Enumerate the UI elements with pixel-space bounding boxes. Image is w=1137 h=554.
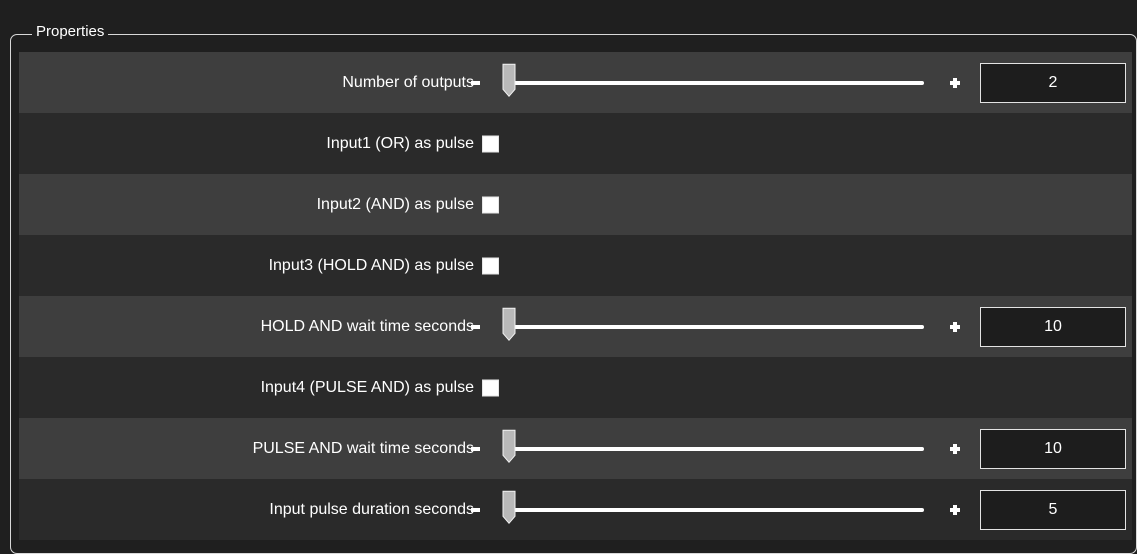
plus-icon[interactable]	[950, 504, 960, 515]
property-label: PULSE AND wait time seconds	[252, 439, 474, 457]
property-label: Input1 (OR) as pulse	[326, 134, 474, 152]
property-label: HOLD AND wait time seconds	[260, 317, 474, 335]
slider-track[interactable]	[514, 446, 924, 451]
value-input[interactable]: 10	[980, 306, 1126, 347]
slider-thumb-icon[interactable]	[502, 63, 516, 97]
property-row-input2-pulse: Input2 (AND) as pulse	[19, 174, 1132, 235]
value-input[interactable]: 10	[980, 428, 1126, 469]
minus-icon[interactable]	[471, 507, 480, 512]
value-input[interactable]: 2	[980, 62, 1126, 103]
slider-track[interactable]	[514, 324, 924, 329]
checkbox-icon[interactable]	[482, 379, 499, 396]
plus-icon[interactable]	[950, 77, 960, 88]
value-input[interactable]: 5	[980, 489, 1126, 530]
property-row-input3-pulse: Input3 (HOLD AND) as pulse	[19, 235, 1132, 296]
minus-icon[interactable]	[471, 324, 480, 329]
checkbox-icon[interactable]	[482, 196, 499, 213]
property-row-input-pulse-duration: Input pulse duration seconds 5	[19, 479, 1132, 540]
slider-thumb-icon[interactable]	[502, 429, 516, 463]
property-row-input1-pulse: Input1 (OR) as pulse	[19, 113, 1132, 174]
plus-icon[interactable]	[950, 321, 960, 332]
property-label: Number of outputs	[342, 73, 474, 91]
property-row-input4-pulse: Input4 (PULSE AND) as pulse	[19, 357, 1132, 418]
property-label: Input pulse duration seconds	[269, 500, 474, 518]
property-row-hold-and-wait-time: HOLD AND wait time seconds 10	[19, 296, 1132, 357]
property-label: Input2 (AND) as pulse	[316, 195, 474, 213]
minus-icon[interactable]	[471, 80, 480, 85]
properties-list: Number of outputs 2 Input1 (OR) as pulse…	[19, 52, 1132, 540]
slider-thumb-icon[interactable]	[502, 490, 516, 524]
property-row-number-of-outputs: Number of outputs 2	[19, 52, 1132, 113]
property-label: Input3 (HOLD AND) as pulse	[268, 256, 474, 274]
slider-track[interactable]	[514, 507, 924, 512]
property-label: Input4 (PULSE AND) as pulse	[260, 378, 474, 396]
checkbox-icon[interactable]	[482, 257, 499, 274]
property-row-pulse-and-wait-time: PULSE AND wait time seconds 10	[19, 418, 1132, 479]
checkbox-icon[interactable]	[482, 135, 499, 152]
minus-icon[interactable]	[471, 446, 480, 451]
slider-thumb-icon[interactable]	[502, 307, 516, 341]
slider-track[interactable]	[514, 80, 924, 85]
plus-icon[interactable]	[950, 443, 960, 454]
properties-panel-title: Properties	[32, 21, 109, 43]
